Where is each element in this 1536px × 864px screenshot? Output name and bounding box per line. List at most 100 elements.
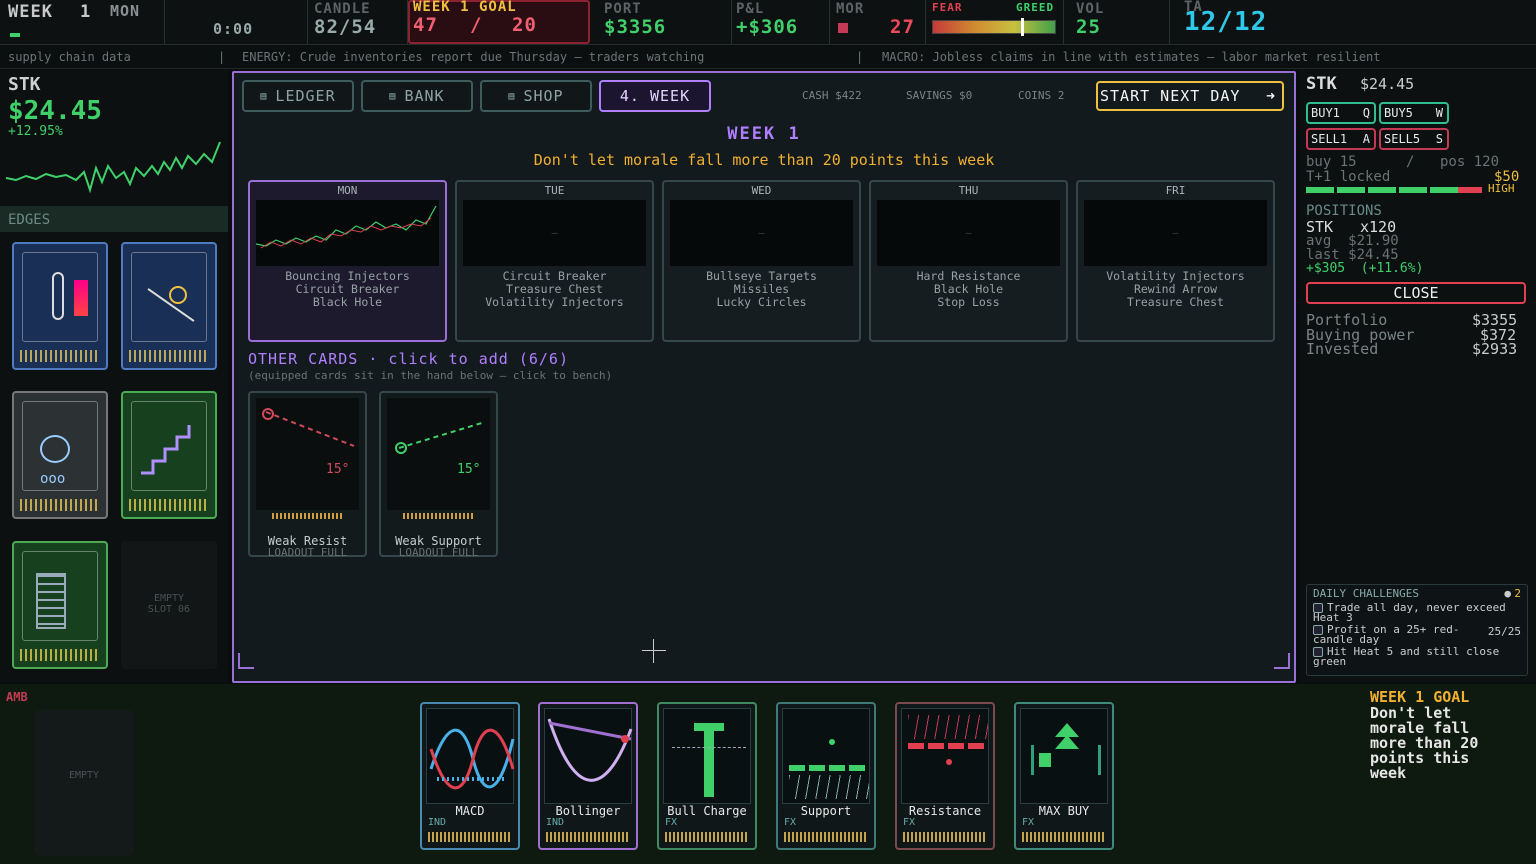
hand-card-name: MAX BUY	[1038, 804, 1090, 818]
card-footer	[129, 499, 209, 511]
goal-current: 47	[413, 14, 438, 36]
empty-chart-dash: —	[551, 228, 558, 239]
day-slot-tue[interactable]: TUE — Circuit Breaker Treasure Chest Vol…	[455, 180, 654, 342]
goal-separator: /	[470, 14, 483, 36]
day-card-name: Treasure Chest	[1127, 295, 1224, 309]
hand-card-name: Bull Charge	[667, 804, 747, 818]
card-screen: 15°	[387, 398, 490, 510]
day-slot-mon[interactable]: MON Bouncing Injectors Circuit Breaker B…	[248, 180, 447, 342]
edge-card-crossed-out[interactable]	[121, 242, 217, 370]
other-card-weak-support[interactable]: 15° Weak Support LOADOUT FULL	[379, 391, 498, 559]
challenge-item[interactable]: Trade all day, never exceed Heat 3	[1313, 602, 1525, 623]
hand-card-bollinger[interactable]: Bollinger IND	[538, 702, 638, 850]
clock-cell: 0:00	[165, 0, 308, 44]
coins-readout: COINS 2	[1018, 89, 1065, 102]
edge-card-swan[interactable]: ooo	[12, 391, 108, 519]
day-card-list: Volatility Injectors Rewind Arrow Treasu…	[1078, 270, 1273, 309]
tab-label: SHOP	[523, 87, 564, 105]
bottom-hand-area: AMB EMPTY WEEK 1 GOAL Don't let morale f…	[0, 684, 1536, 864]
hand-card-type: IND	[546, 817, 565, 828]
hotkey: A	[1362, 132, 1370, 146]
challenge-item[interactable]: Hit Heat 5 and still close green	[1313, 645, 1513, 668]
invested-value: $2933	[1472, 340, 1518, 358]
charge-bar-icon	[704, 723, 714, 797]
heat-level: HIGH	[1488, 182, 1515, 195]
empty-slot-line1: EMPTY	[153, 593, 185, 604]
vol-value: 25	[1076, 16, 1101, 38]
buy1-button[interactable]: BUY1 Q	[1306, 102, 1376, 124]
bollinger-band-icon	[547, 718, 633, 782]
tab-bank[interactable]: ▤ BANK	[361, 80, 473, 112]
card-screen	[426, 708, 515, 804]
position-pnl: +$305 (+11.6%)	[1306, 261, 1424, 276]
challenge-item[interactable]: Profit on a 25+ red-candle day	[1313, 624, 1473, 645]
hand-card-macd[interactable]: MACD IND	[420, 702, 520, 850]
fear-greed-meter	[932, 18, 1056, 36]
empty-edge-slot[interactable]: EMPTY SLOT 06	[121, 541, 217, 669]
bank-icon: ▤	[389, 90, 397, 102]
resistance-hatching	[908, 715, 988, 739]
hand-card-type: FX	[665, 817, 678, 828]
day-name: WED	[751, 184, 772, 197]
other-cards-subtitle: (equipped cards sit in the hand below — …	[248, 369, 613, 382]
support-line-icon	[789, 765, 869, 771]
macd-wave-icon	[429, 728, 515, 790]
edge-card-staircase[interactable]	[121, 391, 217, 519]
hand-card-bull-charge[interactable]: Bull Charge FX	[657, 702, 757, 850]
hand-card-max-buy[interactable]: MAX BUY FX	[1014, 702, 1114, 850]
day-chart	[255, 200, 439, 266]
day-slot-thu[interactable]: THU — Hard Resistance Black Hole Stop Lo…	[869, 180, 1068, 342]
week-goal-text: Don't let morale fall more than 20 point…	[533, 151, 995, 169]
other-card-status: LOADOUT FULL	[398, 546, 479, 559]
challenge-text: Hit Heat 5 and still close green	[1313, 645, 1500, 668]
edges-header: EDGES	[0, 206, 228, 232]
hand-card-resistance[interactable]: Resistance FX	[895, 702, 995, 850]
close-position-button[interactable]: CLOSE	[1306, 282, 1526, 304]
empty-chart-dash: —	[758, 228, 765, 239]
day-slot-fri[interactable]: FRI — Volatility Injectors Rewind Arrow …	[1076, 180, 1275, 342]
hand-card-type: FX	[784, 817, 797, 828]
empty-ambient-slot[interactable]: EMPTY	[34, 710, 134, 856]
port-cell: PORT $3356	[596, 0, 732, 44]
hand-card-support[interactable]: Support FX	[776, 702, 876, 850]
card-screen	[544, 708, 633, 804]
other-card-weak-resist[interactable]: 15° Weak Resist LOADOUT FULL	[248, 391, 367, 559]
shop-icon: ▤	[508, 90, 516, 102]
support-angle: 15°	[457, 462, 481, 477]
tab-ledger[interactable]: ▤ LEDGER	[242, 80, 354, 112]
port-value: $3356	[604, 16, 667, 38]
morale-cell: MOR 27	[830, 0, 926, 44]
fear-greed-needle	[1021, 18, 1024, 36]
day-card-name: Volatility Injectors	[485, 295, 624, 309]
day-slot-wed[interactable]: WED — Bullseye Targets Missiles Lucky Ci…	[662, 180, 861, 342]
ticker-separator: |	[218, 50, 226, 64]
arrow-right-icon: ➜	[1265, 87, 1276, 105]
challenge-progress: 25/25	[1487, 625, 1521, 638]
day-card-list: Circuit Breaker Treasure Chest Volatilit…	[457, 270, 652, 309]
tab-shop[interactable]: ▤ SHOP	[480, 80, 592, 112]
sell1-button[interactable]: SELL1 A	[1306, 128, 1376, 150]
morale-value: 27	[890, 16, 915, 38]
building-icon	[36, 573, 66, 629]
day-card-name: Lucky Circles	[716, 295, 807, 309]
week-label: WEEK	[8, 2, 53, 22]
candle-cell: CANDLE 82/54	[308, 0, 408, 44]
edge-card-building[interactable]	[12, 541, 108, 669]
buy5-button[interactable]: BUY5 W	[1379, 102, 1449, 124]
edge-card-thermometer[interactable]	[12, 242, 108, 370]
start-next-day-button[interactable]: START NEXT DAY ➜	[1096, 81, 1284, 111]
resistance-line-icon	[908, 743, 988, 749]
empty-chart-dash: —	[965, 228, 972, 239]
tab-label: LEDGER	[275, 87, 336, 105]
heat-meter	[1306, 187, 1482, 193]
tab-week[interactable]: 4. WEEK	[599, 80, 711, 112]
crosshair-cursor-icon	[642, 639, 666, 663]
stock-change: +12.95%	[8, 124, 63, 139]
morale-indicator	[838, 23, 848, 33]
card-footer	[403, 513, 473, 519]
empty-chart-dash: —	[1172, 228, 1179, 239]
morale-label: MOR	[836, 1, 865, 17]
sell5-button[interactable]: SELL5 S	[1379, 128, 1449, 150]
buy1-label: BUY1	[1311, 106, 1340, 120]
hotkey: Q	[1362, 106, 1370, 120]
